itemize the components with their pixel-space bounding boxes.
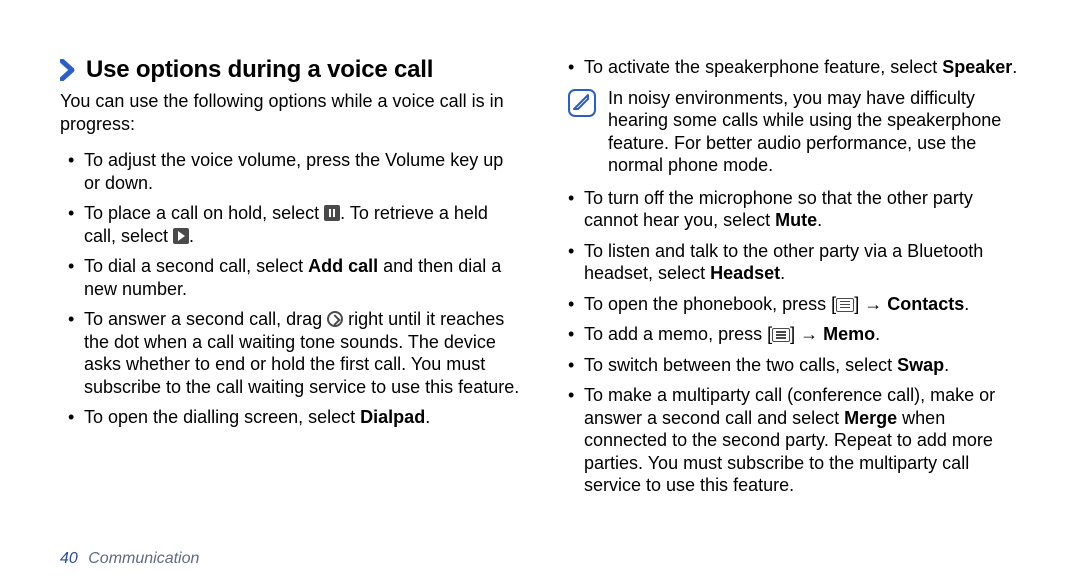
bullet-answer-second: To answer a second call, drag right unti… [68,308,520,398]
intro-text: You can use the following options while … [60,90,520,135]
section-label: Communication [88,550,199,567]
note: In noisy environments, you may have diff… [568,87,1020,177]
pause-icon [324,205,340,221]
bullet-speaker: To activate the speakerphone feature, se… [568,56,1020,79]
section-heading: Use options during a voice call [60,56,520,84]
bullet-merge: To make a multiparty call (conference ca… [568,384,1020,497]
left-bullets: To adjust the voice volume, press the Vo… [60,149,520,429]
left-column: Use options during a voice call You can … [60,56,520,505]
bullet-volume: To adjust the voice volume, press the Vo… [68,149,520,194]
bullet-dialpad: To open the dialling screen, select Dial… [68,406,520,429]
page-number: 40 [60,550,78,567]
right-bullets: To turn off the microphone so that the o… [560,187,1020,497]
right-column: To activate the speakerphone feature, se… [560,56,1020,505]
page-footer: 40 Communication [60,550,199,568]
note-text: In noisy environments, you may have diff… [608,87,1020,177]
page: Use options during a voice call You can … [0,0,1080,505]
play-icon [173,228,189,244]
bullet-addcall: To dial a second call, select Add call a… [68,255,520,300]
chevron-icon [60,59,76,81]
bullet-contacts: To open the phonebook, press [] → Contac… [568,293,1020,316]
right-bullets-top: To activate the speakerphone feature, se… [560,56,1020,79]
bullet-mute: To turn off the microphone so that the o… [568,187,1020,232]
bullet-swap: To switch between the two calls, select … [568,354,1020,377]
menu-icon [836,298,854,312]
bullet-memo: To add a memo, press [] → Memo. [568,323,1020,346]
section-title: Use options during a voice call [86,56,433,84]
drag-right-icon [327,311,343,327]
bullet-headset: To listen and talk to the other party vi… [568,240,1020,285]
menu-icon [772,328,790,342]
bullet-hold: To place a call on hold, select . To ret… [68,202,520,247]
note-icon [568,89,596,122]
